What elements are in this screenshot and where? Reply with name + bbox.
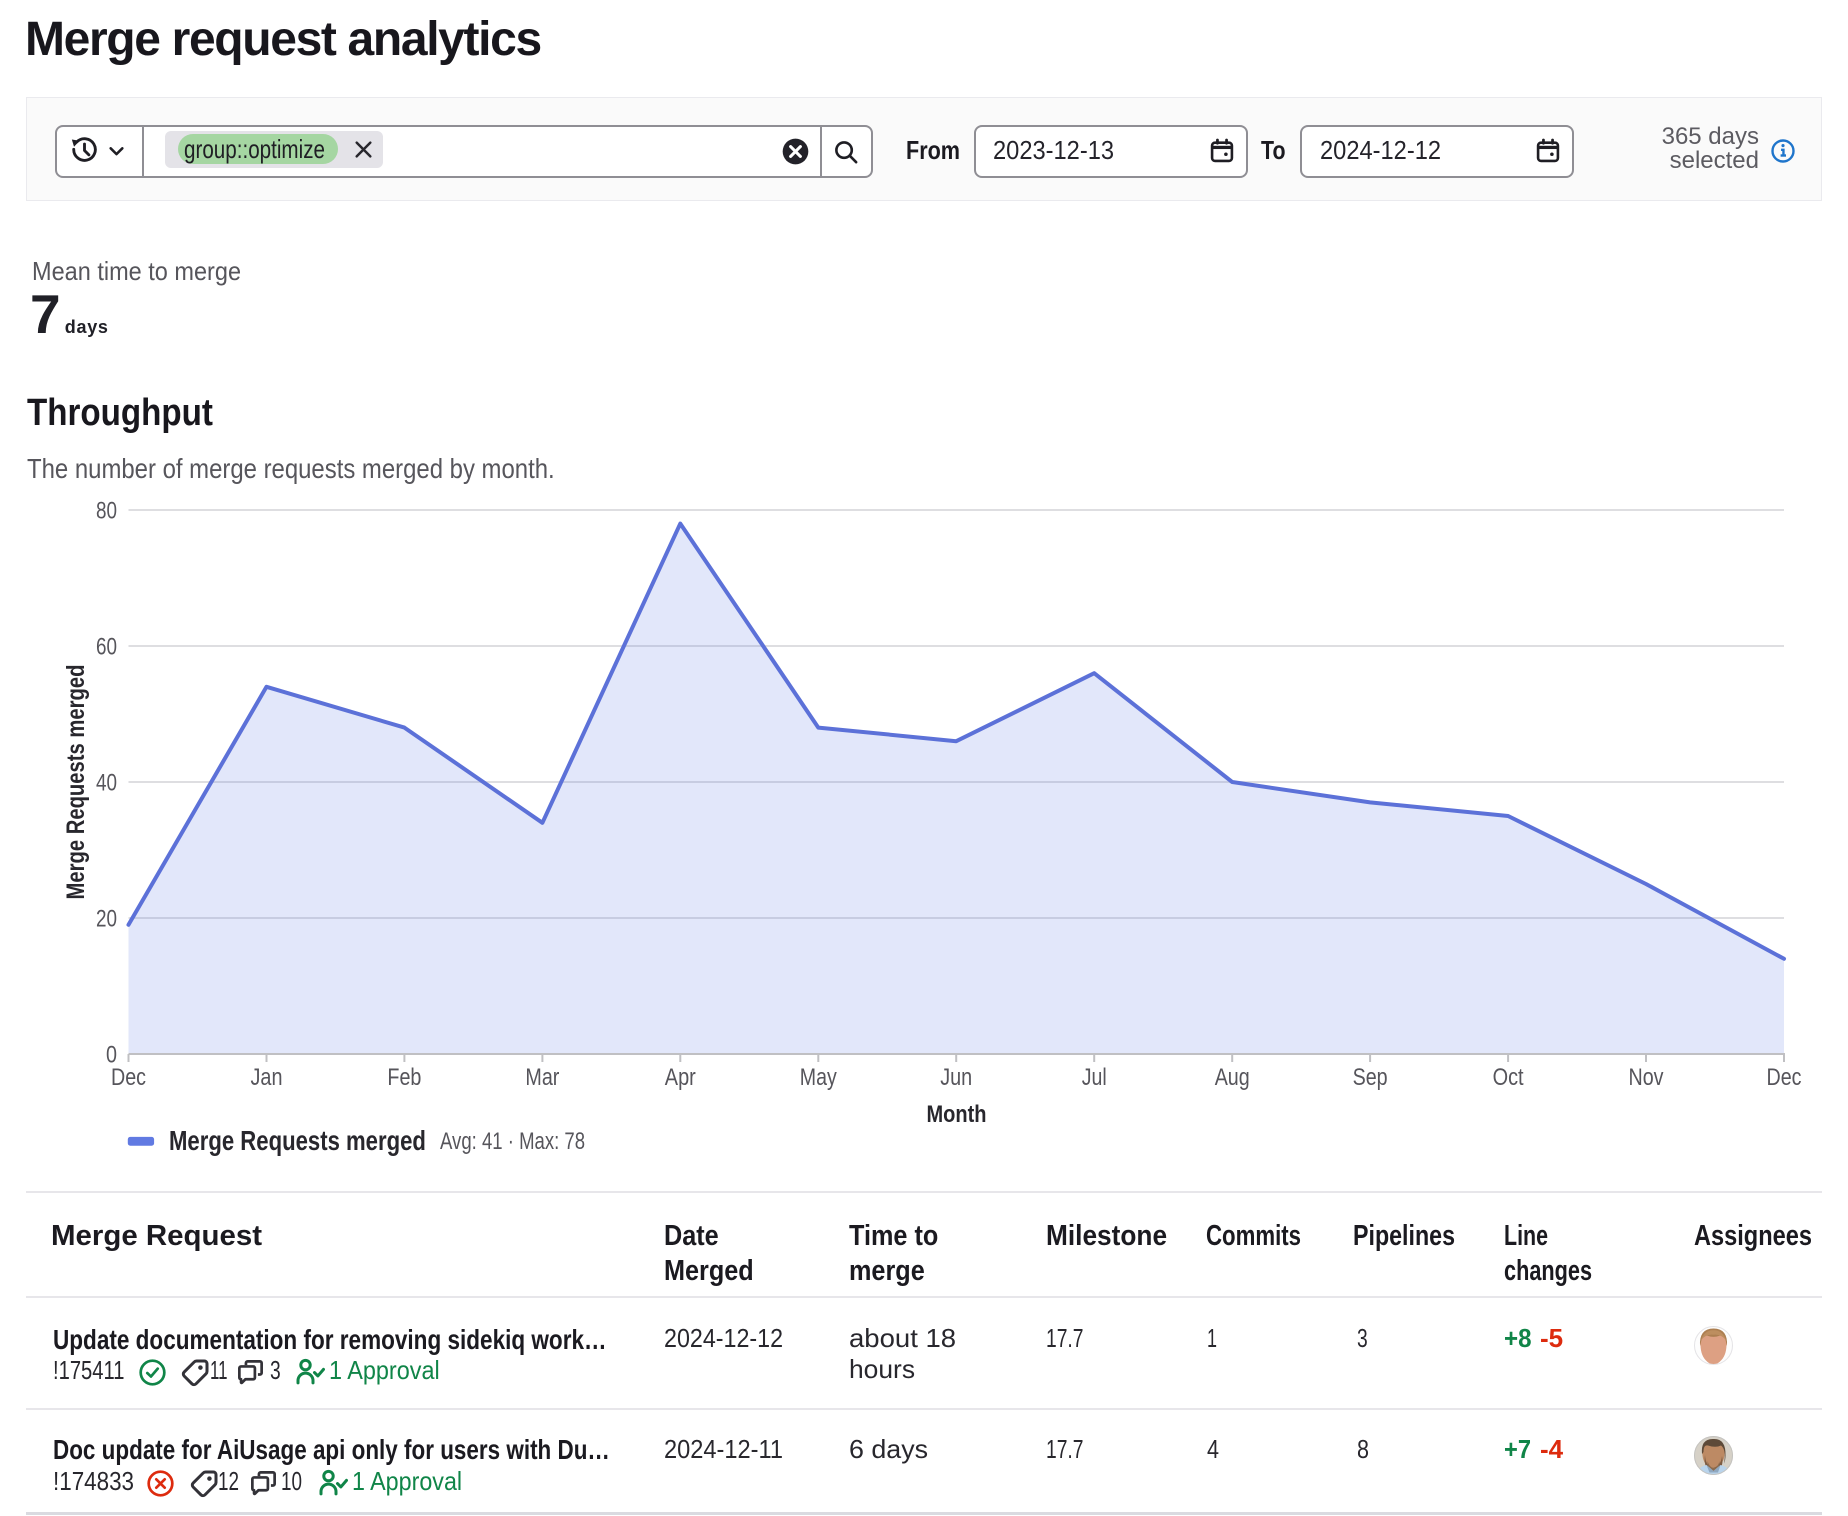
svg-text:Month: Month <box>927 1101 987 1128</box>
svg-text:Jul: Jul <box>1082 1064 1107 1091</box>
svg-text:Oct: Oct <box>1493 1064 1524 1091</box>
svg-text:40: 40 <box>96 770 117 797</box>
svg-text:Aug: Aug <box>1215 1064 1250 1091</box>
svg-text:60: 60 <box>96 634 117 661</box>
svg-text:Mar: Mar <box>525 1064 559 1091</box>
svg-text:Dec: Dec <box>1767 1064 1802 1091</box>
svg-text:80: 80 <box>96 498 117 525</box>
svg-text:Dec: Dec <box>111 1064 146 1091</box>
svg-text:Jan: Jan <box>251 1064 283 1091</box>
svg-text:Sep: Sep <box>1353 1064 1388 1091</box>
svg-text:Feb: Feb <box>387 1064 421 1091</box>
svg-text:May: May <box>800 1064 837 1091</box>
svg-text:Jun: Jun <box>940 1064 972 1091</box>
svg-text:Merge Requests merged: Merge Requests merged <box>62 665 90 900</box>
svg-text:Apr: Apr <box>665 1064 696 1091</box>
svg-text:20: 20 <box>96 906 117 933</box>
svg-text:Nov: Nov <box>1629 1064 1664 1091</box>
